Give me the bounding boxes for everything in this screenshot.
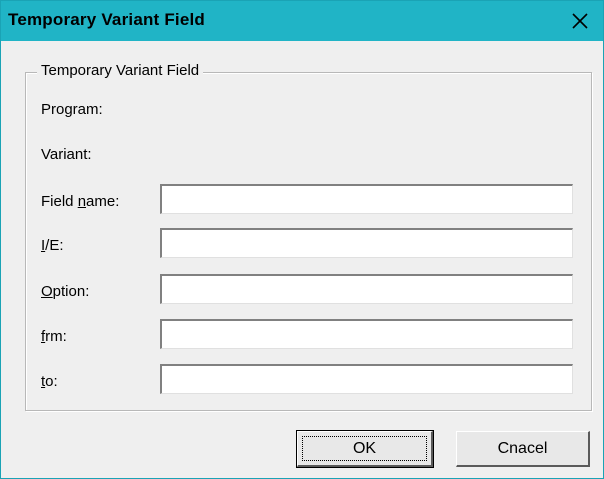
- close-icon: [572, 13, 588, 29]
- program-label: Program:: [41, 101, 103, 118]
- option-label: Option:: [41, 283, 90, 300]
- variant-label: Variant:: [41, 146, 92, 163]
- dialog-window: Temporary Variant Field Temporary Varian…: [0, 0, 604, 479]
- to-input[interactable]: [160, 364, 573, 394]
- cancel-button[interactable]: Cnacel: [456, 431, 590, 467]
- ok-button[interactable]: OK: [296, 430, 434, 468]
- option-input[interactable]: [160, 274, 573, 304]
- frm-input[interactable]: [160, 319, 573, 349]
- window-title: Temporary Variant Field: [8, 10, 206, 29]
- title-bar[interactable]: Temporary Variant Field: [1, 1, 603, 41]
- group-box-title: Temporary Variant Field: [37, 62, 204, 79]
- ie-label: I/E:: [41, 237, 64, 254]
- field-name-input[interactable]: [160, 184, 573, 214]
- close-button[interactable]: [557, 1, 603, 41]
- frm-label: frm:: [41, 328, 67, 345]
- field-name-label: Field name:: [41, 193, 120, 210]
- cancel-button-label: Cnacel: [497, 439, 548, 457]
- ie-input[interactable]: [160, 228, 573, 258]
- ok-button-label: OK: [352, 439, 377, 457]
- focus-ring: OK: [302, 436, 427, 461]
- to-label: to:: [41, 373, 58, 390]
